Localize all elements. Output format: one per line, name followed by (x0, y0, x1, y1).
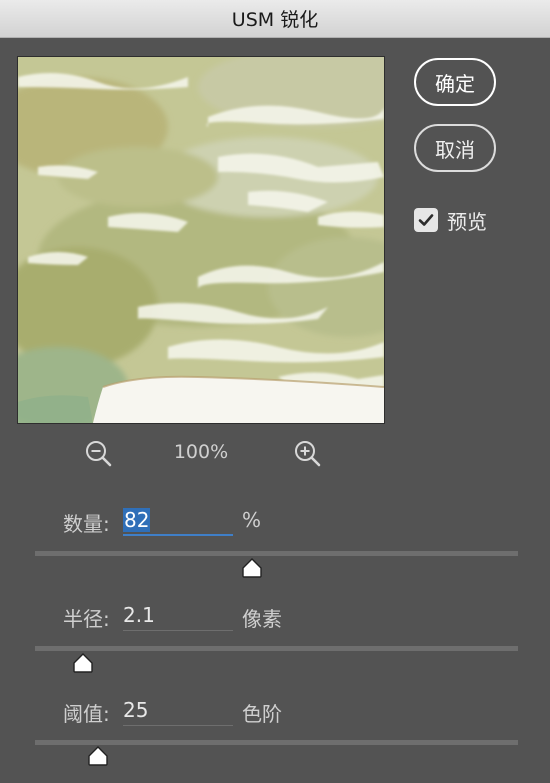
zoom-level: 100% (173, 441, 229, 463)
threshold-slider-track[interactable] (35, 740, 518, 745)
preview-checkbox[interactable] (414, 208, 438, 232)
threshold-slider-thumb[interactable] (87, 746, 109, 766)
threshold-label: 阈值: (63, 702, 110, 726)
preview-image[interactable] (17, 56, 385, 424)
radius-label: 半径: (63, 607, 110, 631)
preview-toggle[interactable]: 预览 (414, 206, 487, 234)
threshold-unit: 色阶 (242, 702, 282, 726)
threshold-value: 25 (123, 698, 149, 722)
ok-button[interactable]: 确定 (414, 58, 496, 106)
amount-input[interactable]: 82 (123, 506, 233, 536)
radius-input[interactable]: 2.1 (123, 601, 233, 631)
zoom-out-icon[interactable] (84, 439, 114, 469)
radius-slider-thumb[interactable] (72, 653, 94, 673)
amount-slider-track[interactable] (35, 551, 518, 556)
threshold-input[interactable]: 25 (123, 696, 233, 726)
cancel-button[interactable]: 取消 (414, 124, 496, 172)
amount-unit: % (242, 508, 262, 532)
radius-slider-track[interactable] (35, 646, 518, 651)
amount-value: 82 (123, 508, 151, 532)
radius-value: 2.1 (123, 603, 155, 627)
zoom-in-icon[interactable] (293, 439, 323, 469)
dialog-title: USM 锐化 (0, 0, 550, 38)
radius-unit: 像素 (242, 607, 282, 631)
amount-slider-thumb[interactable] (241, 558, 263, 578)
amount-label: 数量: (63, 512, 110, 536)
preview-water-image (18, 57, 384, 423)
checkmark-icon (418, 214, 434, 226)
preview-label: 预览 (447, 209, 487, 234)
